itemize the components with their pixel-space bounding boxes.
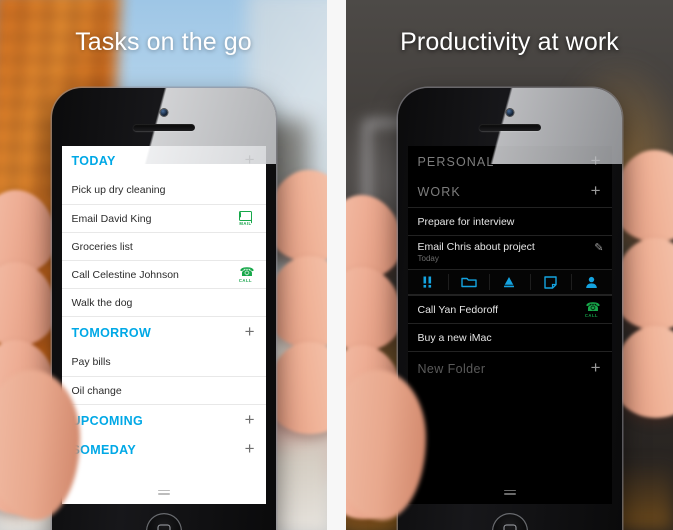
panel-productivity-at-work: Productivity at work PERSONAL + WORK + P… bbox=[346, 0, 673, 530]
panel-divider bbox=[327, 0, 346, 530]
add-task-button[interactable]: + bbox=[589, 182, 603, 202]
task-label: Buy a new iMac bbox=[417, 331, 492, 344]
section-header-personal[interactable]: PERSONAL + bbox=[408, 146, 612, 177]
task-label: Walk the dog bbox=[71, 296, 133, 309]
drag-handle[interactable] bbox=[503, 490, 516, 496]
task-row[interactable]: Buy a new iMac bbox=[407, 323, 612, 351]
task-label: Groceries list bbox=[71, 240, 133, 253]
task-label: Email David King bbox=[71, 212, 152, 225]
task-row[interactable]: Groceries list bbox=[61, 232, 266, 260]
section-title: TODAY bbox=[71, 154, 116, 168]
task-label: Pick up dry cleaning bbox=[71, 184, 166, 196]
home-square-icon bbox=[157, 524, 170, 530]
mail-icon bbox=[239, 210, 252, 221]
section-title: TOMORROW bbox=[71, 325, 152, 340]
task-label: Oil change bbox=[71, 384, 122, 397]
phone-icon: ☎ bbox=[585, 299, 601, 314]
task-due-date: Today bbox=[417, 254, 439, 263]
call-action-label: CALL bbox=[584, 313, 599, 319]
phone-device-right: PERSONAL + WORK + Prepare for interview … bbox=[397, 88, 622, 530]
headline-right: Productivity at work bbox=[400, 28, 619, 56]
call-action[interactable]: ☎ CALL bbox=[580, 301, 604, 319]
task-action-toolbar bbox=[407, 269, 612, 295]
call-action[interactable]: ☎ CALL bbox=[234, 266, 258, 284]
person-icon[interactable] bbox=[570, 270, 612, 294]
task-label: Pay bills bbox=[71, 356, 111, 368]
task-row[interactable]: Call Celestine Johnson ☎ CALL bbox=[61, 260, 266, 288]
task-row-selected[interactable]: Email Chris about project Today ✎ bbox=[407, 235, 612, 269]
section-title: UPCOMING bbox=[71, 413, 144, 428]
task-row[interactable]: Call Yan Fedoroff ☎ CALL bbox=[407, 295, 612, 323]
task-label: Prepare for interview bbox=[417, 215, 515, 228]
priority-icon[interactable] bbox=[408, 270, 449, 294]
phone-screen-right: PERSONAL + WORK + Prepare for interview … bbox=[407, 146, 612, 504]
add-task-button[interactable]: + bbox=[243, 323, 257, 343]
section-header-work[interactable]: WORK + bbox=[408, 177, 612, 207]
task-row[interactable]: Walk the dog bbox=[61, 288, 266, 316]
alarm-icon[interactable] bbox=[489, 270, 530, 294]
task-row[interactable]: Oil change bbox=[61, 376, 266, 404]
headline-left: Tasks on the go bbox=[75, 28, 252, 56]
note-icon[interactable] bbox=[529, 270, 571, 294]
panel-tasks-on-the-go: Tasks on the go TODAY + Pick up dry clea… bbox=[0, 0, 327, 530]
phone-icon: ☎ bbox=[239, 264, 255, 279]
section-header-today[interactable]: TODAY + bbox=[62, 146, 266, 176]
mail-action[interactable]: MAIL bbox=[234, 210, 258, 226]
task-label: Email Chris about project bbox=[417, 241, 535, 253]
phone-device-left: TODAY + Pick up dry cleaning Email David… bbox=[51, 88, 276, 530]
front-camera bbox=[506, 109, 513, 116]
volume-down-button[interactable] bbox=[51, 232, 52, 250]
task-row[interactable]: Email David King MAIL bbox=[61, 204, 266, 232]
earpiece-speaker bbox=[478, 124, 541, 131]
folder-icon[interactable] bbox=[448, 270, 489, 294]
power-button[interactable] bbox=[207, 88, 234, 89]
earpiece-speaker bbox=[132, 124, 195, 131]
mute-switch[interactable] bbox=[397, 180, 398, 191]
volume-up-button[interactable] bbox=[397, 206, 398, 224]
home-square-icon bbox=[503, 524, 516, 530]
task-row[interactable]: Pay bills bbox=[62, 348, 266, 376]
screenshot-root: Tasks on the go TODAY + Pick up dry clea… bbox=[0, 0, 673, 530]
new-folder-label: New Folder bbox=[417, 361, 486, 376]
section-header-tomorrow[interactable]: TOMORROW + bbox=[61, 316, 266, 348]
task-label: Call Celestine Johnson bbox=[71, 268, 179, 281]
add-folder-button[interactable]: + bbox=[589, 359, 603, 379]
mute-switch[interactable] bbox=[51, 180, 52, 191]
section-title: PERSONAL bbox=[417, 154, 495, 169]
section-header-someday[interactable]: SOMEDAY + bbox=[62, 436, 266, 464]
add-task-button[interactable]: + bbox=[243, 440, 257, 460]
section-header-upcoming[interactable]: UPCOMING + bbox=[61, 404, 266, 436]
call-action-label: CALL bbox=[238, 278, 253, 284]
task-app-dark: PERSONAL + WORK + Prepare for interview … bbox=[407, 146, 612, 504]
home-button[interactable] bbox=[145, 513, 182, 530]
add-task-button[interactable]: + bbox=[243, 151, 257, 171]
drag-handle[interactable] bbox=[157, 490, 170, 496]
phone-screen-left: TODAY + Pick up dry cleaning Email David… bbox=[61, 146, 266, 504]
volume-up-button[interactable] bbox=[51, 206, 52, 224]
section-title: WORK bbox=[417, 185, 461, 199]
pencil-icon[interactable]: ✎ bbox=[594, 241, 603, 254]
task-app-light: TODAY + Pick up dry cleaning Email David… bbox=[61, 146, 266, 504]
task-row[interactable]: Pick up dry cleaning bbox=[62, 176, 266, 204]
task-label: Call Yan Fedoroff bbox=[417, 303, 499, 316]
add-task-button[interactable]: + bbox=[243, 411, 257, 431]
home-button[interactable] bbox=[491, 513, 528, 530]
section-title: SOMEDAY bbox=[71, 443, 137, 457]
add-task-button[interactable]: + bbox=[589, 152, 603, 172]
front-camera bbox=[160, 109, 167, 116]
power-button[interactable] bbox=[553, 88, 580, 89]
task-row[interactable]: Prepare for interview bbox=[407, 207, 612, 235]
volume-down-button[interactable] bbox=[397, 232, 398, 250]
section-header-new-folder[interactable]: New Folder + bbox=[407, 351, 612, 385]
